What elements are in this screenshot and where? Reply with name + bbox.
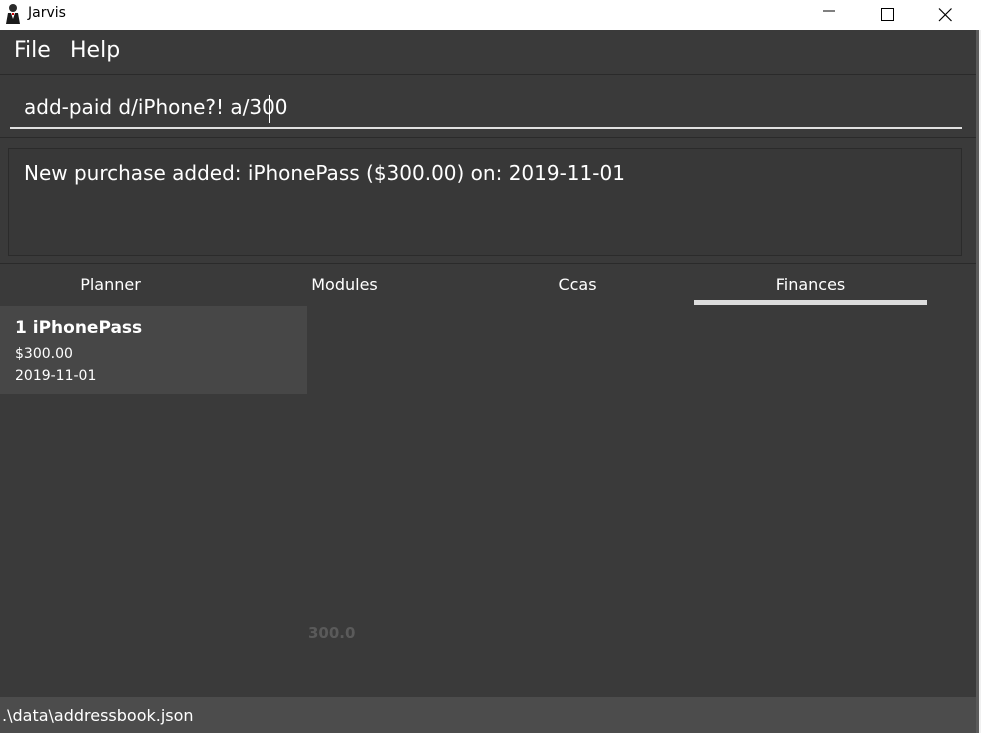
purchase-amount: $300.00 xyxy=(15,346,73,362)
menu-file[interactable]: File xyxy=(14,38,51,63)
minimize-icon xyxy=(823,10,835,12)
status-bar: .\data\addressbook.json xyxy=(0,697,976,733)
title-bar: Jarvis xyxy=(0,0,981,30)
close-icon xyxy=(938,8,952,22)
result-message: New purchase added: iPhonePass ($300.00)… xyxy=(24,161,625,185)
tab-ccas[interactable]: Ccas xyxy=(461,275,694,294)
tab-bar: Planner Modules Ccas Finances xyxy=(0,264,976,306)
purchase-date: 2019-11-01 xyxy=(15,368,97,384)
tab-finances[interactable]: Finances xyxy=(694,275,927,294)
result-text-area[interactable]: New purchase added: iPhonePass ($300.00)… xyxy=(8,148,962,256)
purchase-card[interactable]: 1 iPhonePass $300.00 2019-11-01 xyxy=(0,306,307,394)
result-display: New purchase added: iPhonePass ($300.00)… xyxy=(0,138,976,264)
finances-panel: 1 iPhonePass $300.00 2019-11-01 300.0 xyxy=(0,306,976,697)
butler-icon xyxy=(4,3,22,25)
tab-planner[interactable]: Planner xyxy=(0,275,227,294)
text-caret xyxy=(269,95,270,123)
status-file-path: .\data\addressbook.json xyxy=(2,706,194,725)
minimize-button[interactable] xyxy=(800,0,858,30)
close-button[interactable] xyxy=(916,0,974,30)
command-input[interactable] xyxy=(10,87,962,129)
menu-bar: File Help xyxy=(0,30,976,75)
maximize-icon xyxy=(881,8,894,21)
app-window: File Help New purchase added: iPhonePass… xyxy=(0,30,976,733)
tab-modules[interactable]: Modules xyxy=(228,275,461,294)
selected-tab-indicator xyxy=(694,300,927,305)
purchase-title: 1 iPhonePass xyxy=(15,318,143,338)
menu-help[interactable]: Help xyxy=(70,38,120,63)
command-box xyxy=(0,75,976,138)
window-title: Jarvis xyxy=(28,5,66,21)
maximize-button[interactable] xyxy=(858,0,916,30)
chart-value-label: 300.0 xyxy=(308,624,356,642)
window-border xyxy=(976,30,981,733)
